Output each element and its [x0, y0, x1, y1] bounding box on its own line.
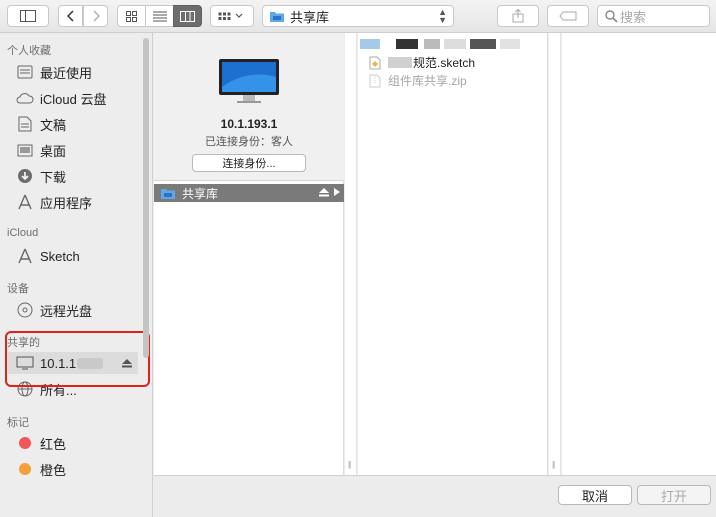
toolbar: 共享库 ▲ ▼ 搜索: [0, 0, 716, 33]
sidebar-item-desktop[interactable]: 桌面: [15, 139, 66, 161]
icon-view-icon: [126, 10, 137, 22]
file-name: 组件库共享.zip: [388, 74, 467, 88]
desktop-icon: [15, 140, 35, 160]
devices-header: 设备: [7, 283, 29, 295]
connection-status: 已连接身份：客人: [205, 136, 293, 148]
file-row[interactable]: 组件库共享.zip: [368, 72, 467, 89]
shared-folder-icon: [270, 11, 284, 22]
file-name: 规范.sketch: [413, 56, 476, 70]
column-gap: ||: [549, 33, 561, 475]
column-gap: ||: [345, 33, 357, 475]
sidebar: 个人收藏 最近使用 iCloud 云盘 文稿 桌面 下载 应用程序 iCloud…: [0, 33, 153, 517]
sidebar-item-recents[interactable]: 最近使用: [15, 61, 92, 83]
sketch-icon: [15, 246, 35, 266]
red-tag-dot: [19, 437, 31, 449]
sketch-file-icon: [369, 56, 381, 69]
list-view-button[interactable]: [145, 5, 174, 27]
sidebar-item-label: 远程光盘: [40, 303, 93, 319]
cloud-icon: [15, 88, 35, 108]
list-view-icon: [152, 11, 167, 21]
blurred-redaction: [358, 39, 548, 49]
back-button[interactable]: [58, 5, 83, 27]
forward-button[interactable]: [83, 5, 108, 27]
path-label: 共享库: [290, 9, 330, 25]
download-icon: [15, 166, 35, 186]
cancel-button[interactable]: 取消: [558, 485, 632, 505]
sidebar-scrollbar[interactable]: [143, 38, 149, 358]
grid-dropdown-icon: [218, 12, 243, 20]
search-icon: [605, 10, 618, 23]
sidebar-item-label: 应用程序: [40, 195, 93, 211]
sidebar-item-label: 文稿: [40, 117, 67, 133]
sidebar-icon: [20, 10, 36, 22]
column-view-icon: [180, 10, 195, 22]
preview-column: [562, 33, 716, 475]
eject-icon[interactable]: [319, 188, 329, 197]
tags-header: 标记: [7, 417, 29, 429]
tag-button[interactable]: [547, 5, 589, 27]
sidebar-item-label: 红色: [40, 436, 67, 452]
file-row[interactable]: 规范.sketch: [368, 54, 475, 71]
search-placeholder: 搜索: [620, 9, 647, 25]
sidebar-item-label: 橙色: [40, 462, 67, 478]
host-info-panel: 10.1.193.1 已连接身份：客人 连接身份...: [154, 33, 344, 181]
favorites-header: 个人收藏: [7, 45, 51, 57]
highlight-annotation: [5, 331, 150, 387]
sidebar-item-tag-red[interactable]: 红色: [15, 432, 66, 454]
column-resizer[interactable]: ||: [552, 460, 555, 469]
sidebar-item-label: Sketch: [40, 248, 80, 264]
dialog-button-bar: 取消 打开: [154, 475, 716, 517]
column-resizer[interactable]: ||: [348, 460, 351, 469]
disc-icon: [15, 300, 35, 320]
imac-icon: [219, 59, 279, 103]
sidebar-item-sketch[interactable]: Sketch: [15, 245, 80, 267]
disclosure-arrow-icon: [334, 188, 340, 196]
share-row-selected[interactable]: 共享库: [154, 184, 344, 202]
applications-icon: [15, 192, 35, 212]
open-button[interactable]: 打开: [637, 485, 711, 505]
connect-as-button[interactable]: 连接身份...: [192, 154, 306, 172]
clock-icon: [15, 62, 35, 82]
share-button[interactable]: [497, 5, 539, 27]
sidebar-item-label: iCloud 云盘: [40, 91, 107, 107]
chevron-right-icon: [92, 10, 100, 22]
share-label: 共享库: [182, 186, 219, 201]
icon-view-button[interactable]: [117, 5, 146, 27]
sidebar-item-label: 桌面: [40, 143, 67, 159]
chevron-left-icon: [66, 10, 74, 22]
sidebar-item-documents[interactable]: 文稿: [15, 113, 66, 135]
sidebar-item-label: 最近使用: [40, 65, 93, 81]
sidebar-item-icloud-drive[interactable]: iCloud 云盘: [15, 87, 106, 109]
popup-chevron-icon: ▲ ▼: [438, 7, 447, 25]
document-icon: [15, 114, 35, 134]
orange-tag-dot: [19, 463, 31, 475]
shared-folder-icon: [161, 188, 175, 199]
share-icon: [512, 9, 524, 23]
sidebar-item-label: 下载: [40, 169, 67, 185]
search-input[interactable]: 搜索: [597, 5, 710, 27]
zip-file-icon: [369, 74, 381, 87]
icloud-header: iCloud: [7, 227, 39, 239]
host-column: 10.1.193.1 已连接身份：客人 连接身份... 共享库: [154, 33, 344, 475]
path-popup[interactable]: 共享库 ▲ ▼: [262, 5, 454, 27]
tag-icon: [559, 11, 577, 21]
sidebar-item-tag-orange[interactable]: 橙色: [15, 458, 66, 480]
files-column: 规范.sketch 组件库共享.zip: [358, 33, 548, 475]
host-ip: 10.1.193.1: [220, 117, 278, 131]
group-view-button[interactable]: [210, 5, 254, 27]
sidebar-item-applications[interactable]: 应用程序: [15, 191, 92, 213]
sidebar-item-downloads[interactable]: 下载: [15, 165, 66, 187]
sidebar-toggle-button[interactable]: [7, 5, 49, 27]
sidebar-item-remote-disc[interactable]: 远程光盘: [15, 299, 92, 321]
blurred-redaction: [388, 57, 412, 68]
column-view-button[interactable]: [173, 5, 202, 27]
